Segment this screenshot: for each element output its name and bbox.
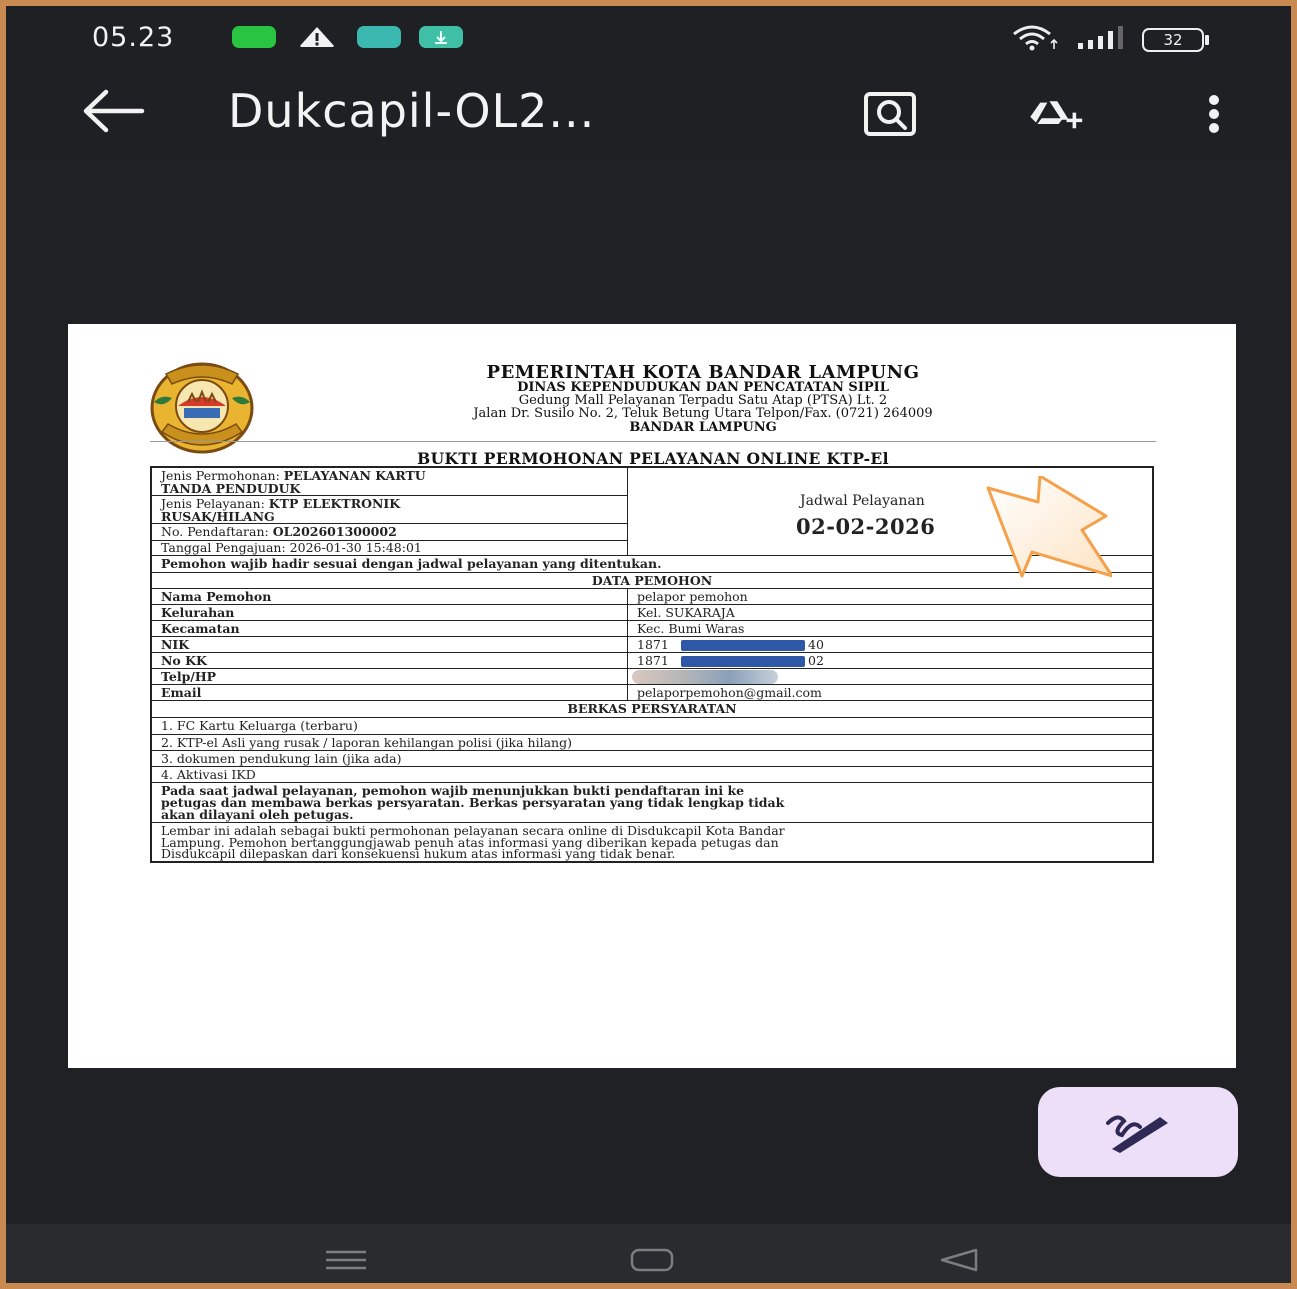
find-in-page-icon[interactable] [858,90,922,138]
instruction-line: akan dilayani oleh petugas. [161,807,354,822]
berkas-item: 1. FC Kartu Keluarga (terbaru) [152,718,1152,735]
row-value-nama: pelapor pemohon [628,589,1152,605]
home-icon[interactable] [630,1246,674,1274]
back-arrow-icon[interactable] [76,86,146,136]
tanggal-pengajuan-cell: Tanggal Pengajuan: 2026-01-30 15:48:01 [152,541,628,556]
disclaimer-text: Lembar ini adalah sebagai bukti permohon… [152,823,1152,861]
header-address: Jalan Dr. Susilo No. 2, Teluk Betung Uta… [473,406,933,421]
kk-redaction [681,656,805,667]
row-value-kecamatan: Kec. Bumi Waras [628,621,1152,637]
app-notification-icon [232,26,276,48]
pdf-page: PEMERINTAH KOTA BANDAR LAMPUNG DINAS KEP… [68,324,1236,1068]
jenis-permohonan-value: PELAYANAN KARTU [283,468,426,483]
nik-redaction [681,640,805,651]
kk-suffix: 02 [808,653,824,668]
status-bar: 05.23 32 [6,6,1291,70]
row-label-kk: No KK [152,653,628,669]
highlight-arrow-annotation [986,476,1112,578]
annotate-fab-button[interactable] [1038,1087,1238,1177]
row-label-kelurahan: Kelurahan [152,605,628,621]
app-notification-icon [357,26,401,48]
more-vert-icon[interactable] [1196,90,1232,138]
row-label-telp: Telp/HP [152,669,628,685]
berkas-item: 2. KTP-el Asli yang rusak / laporan kehi… [152,735,1152,751]
jenis-pelayanan-cell: Jenis Pelayanan: KTP ELEKTRONIK RUSAK/HI… [152,496,628,524]
row-value-nik: 1871 40 [628,637,1152,653]
berkas-item: 4. Aktivasi IKD [152,767,1152,783]
app-bar: Dukcapil-OL2... [6,70,1291,160]
row-value-kk: 1871 02 [628,653,1152,669]
jenis-permohonan-cell: Jenis Permohonan: PELAYANAN KARTU TANDA … [152,468,628,496]
row-label-kecamatan: Kecamatan [152,621,628,637]
header-city: BANDAR LAMPUNG [629,420,777,435]
system-nav-bar [6,1224,1291,1283]
city-emblem-logo [150,362,254,454]
phone-blur-redaction [632,670,778,684]
berkas-heading: BERKAS PERSYARATAN [152,701,1152,718]
document-title: Dukcapil-OL2... [228,84,596,138]
row-value-kelurahan: Kel. SUKARAJA [628,605,1152,621]
jenis-permohonan-value-cont: TANDA PENDUDUK [161,480,301,496]
jenis-pelayanan-value: KTP ELEKTRONIK [268,496,401,511]
status-time: 05.23 [92,22,175,53]
jenis-pelayanan-value-cont: RUSAK/HILANG [161,508,275,524]
row-value-telp [628,669,1152,685]
no-pendaftaran-cell: No. Pendaftaran: OL202601300002 [152,524,628,541]
annotate-pen-icon [1106,1115,1168,1153]
row-label-nik: NIK [152,637,628,653]
berkas-item: 3. dokumen pendukung lain (jika ada) [152,751,1152,767]
header-divider [150,441,1156,442]
nik-suffix: 40 [808,637,824,652]
phone-screen: 05.23 32 Dukcapil-OL2... PEMERINTAH KOTA… [0,0,1297,1289]
back-icon[interactable] [936,1246,980,1274]
wifi-icon [1013,25,1058,51]
pdf-viewer[interactable]: PEMERINTAH KOTA BANDAR LAMPUNG DINAS KEP… [6,160,1291,1224]
row-label-nama: Nama Pemohon [152,589,628,605]
nik-prefix: 1871 [637,637,669,652]
recent-apps-icon[interactable] [324,1246,368,1274]
schedule-label: Jadwal Pelayanan [800,493,925,509]
download-icon [419,26,463,48]
row-value-email: pelaporpemohon@gmail.com [628,685,1152,701]
kk-prefix: 1871 [637,653,669,668]
add-to-drive-icon[interactable] [1026,90,1090,138]
no-pendaftaran-value: OL202601300002 [272,524,397,539]
warning-icon [299,27,335,47]
no-pendaftaran-label: No. Pendaftaran: [161,524,273,539]
instruction-text: Pada saat jadwal pelayanan, pemohon waji… [152,783,1152,823]
row-label-email: Email [152,685,628,701]
disclaimer-line: Disdukcapil dilepaskan dari konsekuensi … [161,846,676,861]
schedule-date: 02-02-2026 [796,514,936,539]
battery-icon: 32 [1142,28,1209,52]
signal-icon [1078,26,1123,49]
